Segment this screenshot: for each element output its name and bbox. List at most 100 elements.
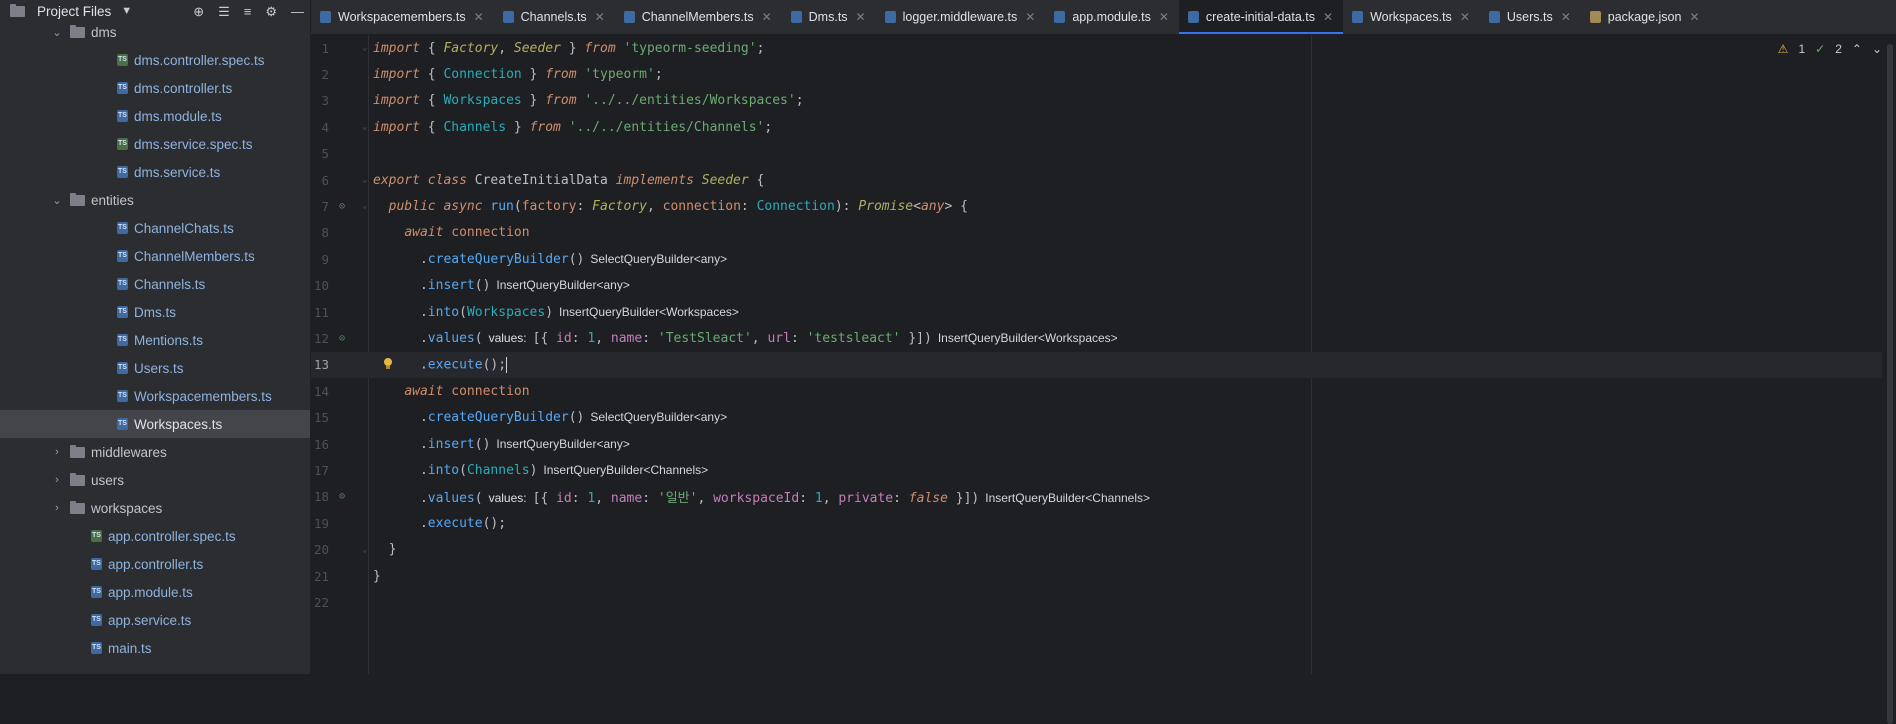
tree-file[interactable]: ChannelChats.ts <box>0 214 310 242</box>
inspection-widget[interactable]: ⚠ 1 ✓ 2 ⌃ ⌄ <box>1778 42 1882 56</box>
code-line[interactable]: 2 import { Connection } from 'typeorm'; <box>311 61 1896 87</box>
fold-icon[interactable]: ⌄ <box>362 43 367 53</box>
close-icon[interactable]: ✕ <box>1460 10 1470 24</box>
tree-file[interactable]: dms.service.ts <box>0 158 310 186</box>
locate-icon[interactable]: ⊕ <box>193 5 204 18</box>
close-icon[interactable]: ✕ <box>762 10 772 24</box>
chevron-down-icon[interactable]: ⌄ <box>50 194 64 207</box>
code-line[interactable]: 22 <box>311 589 1896 615</box>
chevron-down-icon[interactable]: ▼ <box>121 5 132 17</box>
close-icon[interactable]: ✕ <box>1159 10 1169 24</box>
editor-tab[interactable]: Users.ts ✕ <box>1480 0 1581 34</box>
code-line[interactable]: 20 ⌄ } <box>311 537 1896 563</box>
tree-file[interactable]: Dms.ts <box>0 298 310 326</box>
tree-folder[interactable]: › workspaces <box>0 494 310 522</box>
chevron-right-icon[interactable]: › <box>50 474 64 486</box>
typescript-file-icon <box>116 361 131 376</box>
code-line[interactable]: 14 await connection <box>311 378 1896 404</box>
tree-folder[interactable]: ⌄ dms <box>0 18 310 46</box>
editor-tab[interactable]: logger.middleware.ts ✕ <box>876 0 1046 34</box>
line-number: 16 <box>313 436 329 452</box>
code-line[interactable]: 16 .insert() InsertQueryBuilder<any> <box>311 431 1896 457</box>
code-line[interactable]: 12 ⊙ .values(values:[{ id: 1, name: 'Test… <box>311 325 1896 351</box>
project-view-title[interactable]: Project Files <box>37 4 111 19</box>
typescript-file-icon <box>116 109 131 124</box>
tree-file[interactable]: app.controller.ts <box>0 550 310 578</box>
tree-file[interactable]: Channels.ts <box>0 270 310 298</box>
tree-item-label: main.ts <box>108 640 152 656</box>
code-line[interactable]: 17 .into(Channels) InsertQueryBuilder<Cha… <box>311 457 1896 483</box>
close-icon[interactable]: ✕ <box>1323 10 1333 24</box>
tree-file[interactable]: dms.module.ts <box>0 102 310 130</box>
tree-file[interactable]: app.controller.spec.ts <box>0 522 310 550</box>
editor-tab[interactable]: Channels.ts ✕ <box>494 0 615 34</box>
editor-tab[interactable]: Workspaces.ts ✕ <box>1343 0 1480 34</box>
code-line[interactable]: 13 .execute(); <box>311 351 1896 378</box>
code-line[interactable]: 15 .createQueryBuilder() SelectQueryBuild… <box>311 405 1896 431</box>
code-line[interactable]: 3 import { Workspaces } from '../../entit… <box>311 88 1896 114</box>
tree-item-label: Dms.ts <box>134 304 176 320</box>
editor-tab[interactable]: ChannelMembers.ts ✕ <box>615 0 782 34</box>
expand-all-icon[interactable]: ☰ <box>218 5 230 18</box>
tree-file[interactable]: Workspaces.ts <box>0 410 310 438</box>
editor-tab[interactable]: Dms.ts ✕ <box>782 0 876 34</box>
minimize-icon[interactable]: — <box>291 5 304 18</box>
code-line[interactable]: 6 ⌄ export class CreateInitialData impleme… <box>311 167 1896 193</box>
collapse-all-icon[interactable]: ≡ <box>244 5 252 18</box>
fold-icon[interactable]: ⌄ <box>362 201 367 211</box>
tree-folder[interactable]: › middlewares <box>0 438 310 466</box>
close-icon[interactable]: ✕ <box>1689 10 1699 24</box>
line-number: 21 <box>313 568 329 584</box>
code-line[interactable]: 19 .execute(); <box>311 510 1896 536</box>
editor-tab[interactable]: app.module.ts ✕ <box>1045 0 1179 34</box>
tree-file[interactable]: dms.service.spec.ts <box>0 130 310 158</box>
implements-gutter-icon[interactable]: ⊙ <box>339 333 345 344</box>
typescript-file-icon <box>319 10 333 24</box>
chevron-down-icon[interactable]: ⌄ <box>50 26 64 39</box>
close-icon[interactable]: ✕ <box>1025 10 1035 24</box>
editor-tab[interactable]: create-initial-data.ts ✕ <box>1178 0 1344 34</box>
close-icon[interactable]: ✕ <box>474 10 484 24</box>
code-editor[interactable]: 1 ⌄ import { Factory, Seeder } from 'typeo… <box>311 35 1896 674</box>
code-line[interactable]: 5 <box>311 141 1896 167</box>
line-number: 2 <box>321 66 329 82</box>
close-icon[interactable]: ✕ <box>1561 10 1571 24</box>
chevron-down-icon[interactable]: ⌄ <box>1872 42 1882 56</box>
tree-folder[interactable]: ⌄ entities <box>0 186 310 214</box>
code-line[interactable]: 7 ⊙ ⌄ public async run(factory: Factory, c… <box>311 193 1896 219</box>
tree-file[interactable]: dms.controller.spec.ts <box>0 46 310 74</box>
code-line[interactable]: 9 .createQueryBuilder() SelectQueryBuilde… <box>311 246 1896 272</box>
code-line[interactable]: 21} <box>311 563 1896 589</box>
tree-file[interactable]: Mentions.ts <box>0 326 310 354</box>
fold-icon[interactable]: ⌄ <box>362 122 367 132</box>
editor-tab[interactable]: package.json ✕ <box>1581 0 1710 34</box>
scroll-thumb[interactable] <box>1887 44 1893 724</box>
code-line[interactable]: 11 .into(Workspaces) InsertQueryBuilder<W… <box>311 299 1896 325</box>
code-line[interactable]: 18 ⊙ .values(values:[{ id: 1, name: '일반',… <box>311 484 1896 510</box>
code-line[interactable]: 10 .insert() InsertQueryBuilder<any> <box>311 273 1896 299</box>
chevron-right-icon[interactable]: › <box>50 502 64 514</box>
tree-file[interactable]: Users.ts <box>0 354 310 382</box>
tree-file[interactable]: Workspacemembers.ts <box>0 382 310 410</box>
close-icon[interactable]: ✕ <box>595 10 605 24</box>
editor-scrollbar[interactable] <box>1882 34 1896 724</box>
code-line[interactable]: 8 await connection <box>311 220 1896 246</box>
tree-file[interactable]: dms.controller.ts <box>0 74 310 102</box>
code-line[interactable]: 1 ⌄ import { Factory, Seeder } from 'typeo… <box>311 35 1896 61</box>
chevron-right-icon[interactable]: › <box>50 446 64 458</box>
code-line[interactable]: 4 ⌄ import { Channels } from '../../entiti… <box>311 114 1896 140</box>
fold-icon[interactable]: ⌄ <box>362 545 367 555</box>
tree-file[interactable]: main.ts <box>0 634 310 662</box>
close-icon[interactable]: ✕ <box>856 10 866 24</box>
tree-file[interactable]: ChannelMembers.ts <box>0 242 310 270</box>
editor-tab[interactable]: Workspacemembers.ts ✕ <box>311 0 494 34</box>
chevron-up-icon[interactable]: ⌃ <box>1852 42 1862 56</box>
implements-gutter-icon[interactable]: ⊙ <box>339 201 345 212</box>
gear-icon[interactable]: ⚙ <box>265 5 277 18</box>
fold-icon[interactable]: ⌄ <box>362 175 367 185</box>
implements-gutter-icon[interactable]: ⊙ <box>339 491 345 502</box>
tree-file[interactable]: app.service.ts <box>0 606 310 634</box>
typescript-file-icon <box>790 10 804 24</box>
tree-folder[interactable]: › users <box>0 466 310 494</box>
tree-file[interactable]: app.module.ts <box>0 578 310 606</box>
